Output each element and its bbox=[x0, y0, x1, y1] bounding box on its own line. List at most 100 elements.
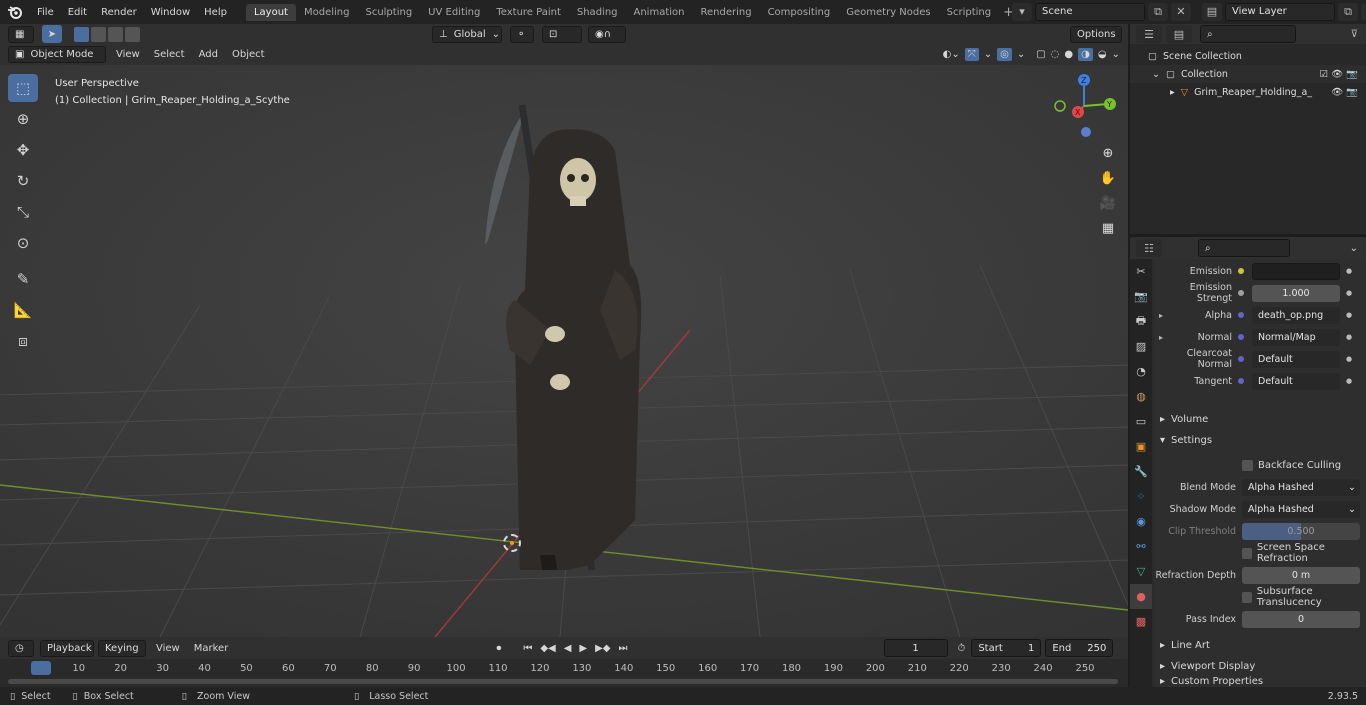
delete-view-layer-icon[interactable]: ✕ bbox=[1361, 2, 1366, 21]
keyframe-dot-icon[interactable]: ● bbox=[1346, 311, 1352, 319]
shading-dropdown-icon[interactable]: ⌄ bbox=[1112, 49, 1120, 60]
socket-dot-icon[interactable] bbox=[1238, 334, 1244, 340]
navigation-gizmo[interactable]: Z Y X bbox=[1052, 72, 1122, 138]
socket-dot-icon[interactable] bbox=[1238, 312, 1244, 318]
keyframe-dot-icon[interactable]: ● bbox=[1346, 355, 1352, 363]
render-tab-icon[interactable]: 📷 bbox=[1130, 284, 1152, 309]
tab-compositing[interactable]: Compositing bbox=[760, 4, 839, 21]
3d-viewport[interactable] bbox=[0, 65, 1128, 637]
end-frame-field[interactable]: End 250 bbox=[1045, 639, 1114, 657]
transform-icon[interactable]: ⊙ bbox=[8, 229, 38, 257]
keying-menu[interactable]: Keying bbox=[98, 639, 146, 657]
add-cube-icon[interactable]: ⧈ bbox=[8, 327, 38, 355]
backface-culling-row[interactable]: Backface Culling bbox=[1154, 455, 1366, 475]
menu-edit[interactable]: Edit bbox=[61, 7, 94, 18]
scene-tab-icon[interactable]: ◔ bbox=[1130, 359, 1152, 384]
socket-dot-icon[interactable] bbox=[1238, 290, 1244, 296]
refraction-depth-field[interactable]: 0 m bbox=[1242, 566, 1360, 584]
pass-index-field[interactable]: 0 bbox=[1242, 610, 1360, 628]
backface-checkbox[interactable] bbox=[1242, 459, 1253, 471]
gizmo-icon[interactable]: ⤧ bbox=[964, 48, 979, 61]
texture-tab-icon[interactable]: ▩ bbox=[1130, 609, 1152, 634]
scene-icon[interactable]: ▾ bbox=[1012, 2, 1032, 21]
visibility-icon[interactable]: ◐⌄ bbox=[943, 49, 960, 60]
menu-view[interactable]: View bbox=[116, 49, 140, 60]
input-value-field[interactable]: Default bbox=[1252, 372, 1340, 390]
object-tab-icon[interactable]: ▣ bbox=[1130, 434, 1152, 459]
snap-icon[interactable]: ⊡ bbox=[542, 25, 582, 43]
rotate-icon[interactable]: ↻ bbox=[8, 167, 38, 195]
tab-rendering[interactable]: Rendering bbox=[692, 4, 759, 21]
tab-texture-paint[interactable]: Texture Paint bbox=[488, 4, 569, 21]
socket-dot-icon[interactable] bbox=[1238, 378, 1244, 384]
ortho-grid-icon[interactable]: ▦ bbox=[1098, 216, 1118, 241]
collection-tab-icon[interactable]: ▭ bbox=[1130, 409, 1152, 434]
blender-logo-icon[interactable] bbox=[0, 5, 30, 19]
subsurface-checkbox[interactable] bbox=[1242, 591, 1252, 603]
keyframe-dot-icon[interactable]: ● bbox=[1346, 333, 1352, 341]
input-value-field[interactable]: Normal/Map bbox=[1252, 328, 1340, 346]
timeline-view-menu[interactable]: View bbox=[156, 643, 180, 654]
keyframe-dot-icon[interactable]: ● bbox=[1346, 377, 1352, 385]
expand-arrow-icon[interactable]: ▸ bbox=[1170, 87, 1175, 98]
volume-panel[interactable]: ▸ Volume bbox=[1154, 409, 1366, 429]
socket-dot-icon[interactable] bbox=[1238, 356, 1244, 362]
cursor-icon[interactable]: ⊕ bbox=[8, 105, 38, 133]
ssr-checkbox[interactable] bbox=[1242, 547, 1252, 559]
scene-name-field[interactable]: Scene bbox=[1035, 2, 1145, 21]
physics-tab-icon[interactable]: ◉ bbox=[1130, 509, 1152, 534]
input-value-field[interactable]: Default bbox=[1252, 350, 1340, 368]
tree-object-grim-reaper[interactable]: ▸ ▽ Grim_Reaper_Holding_a_ 👁 📷 bbox=[1130, 83, 1366, 101]
view-layer-tab-icon[interactable]: ▨ bbox=[1130, 334, 1152, 359]
wireframe-shading-icon[interactable]: ◌ bbox=[1051, 49, 1060, 60]
expand-arrow-icon[interactable]: ▸ bbox=[1154, 333, 1168, 342]
play-icon[interactable]: ▶ bbox=[579, 643, 587, 654]
constraints-tab-icon[interactable]: ⚯ bbox=[1130, 534, 1152, 559]
input-value-field[interactable] bbox=[1252, 262, 1340, 280]
selection-extend-icon[interactable] bbox=[91, 26, 106, 42]
material-tab-icon[interactable]: ● bbox=[1130, 584, 1152, 609]
display-mode-icon[interactable]: ▤ bbox=[1166, 25, 1192, 43]
gizmo-dropdown-icon[interactable]: ⌄ bbox=[984, 49, 992, 60]
selection-new-icon[interactable] bbox=[74, 26, 89, 42]
transform-orientation-dropdown[interactable]: ⊥ Global ⌄ bbox=[432, 25, 502, 43]
selection-intersect-icon[interactable] bbox=[125, 26, 140, 42]
properties-search-field[interactable]: ⌕ bbox=[1198, 239, 1290, 257]
select-tool-icon[interactable]: ➤ bbox=[42, 25, 62, 43]
overlays-dropdown-icon[interactable]: ⌄ bbox=[1017, 49, 1025, 60]
timeline-editor-icon[interactable]: ◷ bbox=[8, 639, 34, 657]
select-box-icon[interactable]: ⬚ bbox=[8, 74, 38, 102]
ssr-row[interactable]: Screen Space Refraction bbox=[1154, 542, 1366, 564]
options-dropdown[interactable]: Options bbox=[1070, 25, 1122, 43]
blend-mode-dropdown[interactable]: Alpha Hashed ⌄ bbox=[1242, 478, 1360, 496]
rendered-shading-icon[interactable]: ◒ bbox=[1098, 49, 1107, 60]
view-layer-field[interactable]: View Layer bbox=[1225, 2, 1335, 21]
expand-icon[interactable]: ⌄ bbox=[1152, 69, 1160, 80]
menu-add[interactable]: Add bbox=[199, 49, 218, 60]
selection-subtract-icon[interactable] bbox=[108, 26, 123, 42]
properties-editor-icon[interactable]: ☷ bbox=[1136, 239, 1162, 257]
outliner-editor-icon[interactable]: ☰ bbox=[1136, 25, 1162, 43]
annotate-icon[interactable]: ✎ bbox=[8, 265, 38, 293]
prev-keyframe-icon[interactable]: ◆◀ bbox=[540, 643, 555, 654]
current-frame-field[interactable]: 1 bbox=[883, 639, 948, 657]
tab-modeling[interactable]: Modeling bbox=[296, 4, 358, 21]
new-view-layer-icon[interactable]: ⧉ bbox=[1338, 2, 1358, 21]
custom-properties-panel[interactable]: ▸ Custom Properties bbox=[1154, 676, 1366, 687]
scale-icon[interactable]: ⤡ bbox=[8, 198, 38, 226]
tab-uv-editing[interactable]: UV Editing bbox=[420, 4, 488, 21]
jump-start-icon[interactable]: ⏮ bbox=[523, 643, 532, 654]
viewport-display-panel[interactable]: ▸ Viewport Display bbox=[1154, 656, 1366, 676]
menu-render[interactable]: Render bbox=[94, 7, 144, 18]
view-layer-icon[interactable]: ▤ bbox=[1202, 2, 1222, 21]
world-tab-icon[interactable]: ◍ bbox=[1130, 384, 1152, 409]
menu-window[interactable]: Window bbox=[144, 7, 197, 18]
expand-arrow-icon[interactable]: ▸ bbox=[1154, 311, 1168, 320]
tab-layout[interactable]: Layout bbox=[245, 3, 296, 21]
timeline-scrollbar[interactable] bbox=[8, 679, 1118, 684]
stopwatch-icon[interactable]: ⏱ bbox=[958, 643, 966, 654]
record-icon[interactable]: ⏺ bbox=[496, 643, 501, 654]
filter-icon[interactable]: ⊽ bbox=[1351, 29, 1358, 40]
xray-icon[interactable]: ▢ bbox=[1036, 49, 1045, 60]
input-value-field[interactable]: 1.000 bbox=[1252, 284, 1340, 302]
